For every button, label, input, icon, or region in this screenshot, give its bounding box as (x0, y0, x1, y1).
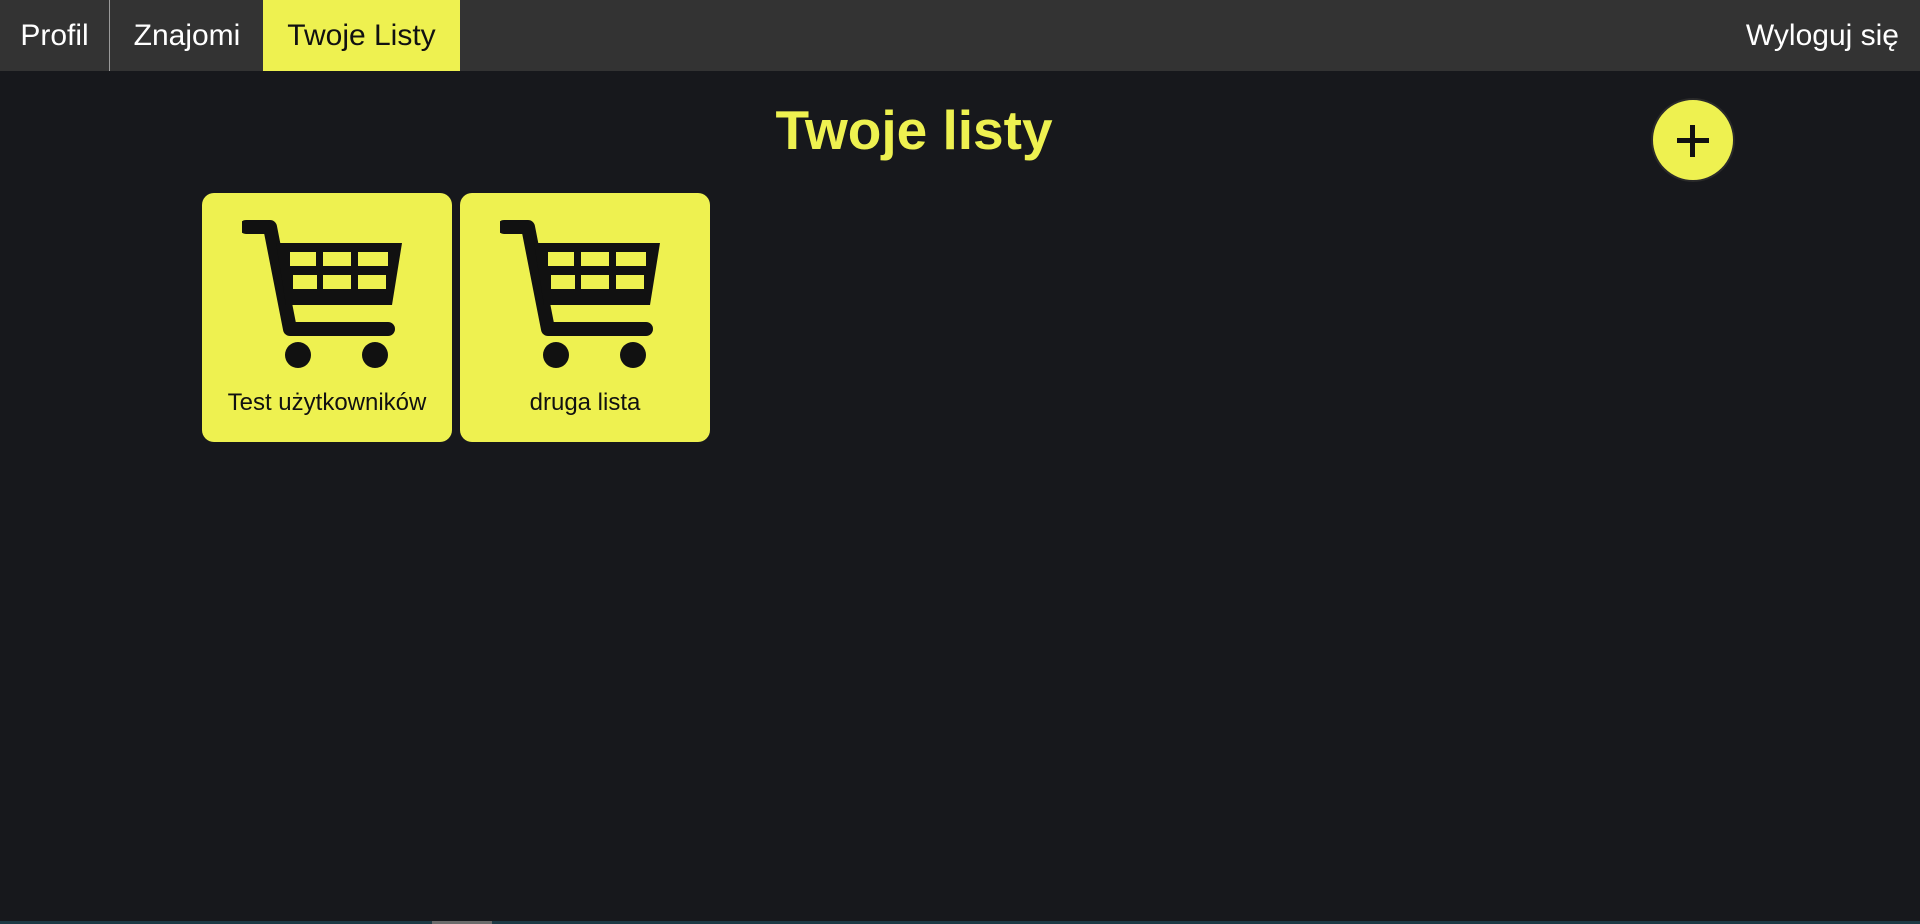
page-title: Twoje listy (775, 99, 1053, 161)
list-card-label: Test użytkowników (227, 389, 427, 416)
shopping-cart-icon (500, 220, 660, 368)
nav-item-twoje-listy[interactable]: Twoje Listy (263, 0, 460, 71)
add-list-button[interactable] (1651, 98, 1735, 182)
list-card-label: druga lista (529, 389, 641, 416)
logout-link[interactable]: Wyloguj się (1746, 0, 1899, 71)
list-card[interactable]: druga lista (460, 193, 710, 442)
nav-item-znajomi[interactable]: Znajomi (111, 0, 263, 71)
shopping-cart-icon (242, 220, 402, 368)
list-card[interactable]: Test użytkowników (202, 193, 452, 442)
top-navbar: Profil Znajomi Twoje Listy Wyloguj się (0, 0, 1920, 71)
nav-item-profil[interactable]: Profil (0, 0, 110, 71)
